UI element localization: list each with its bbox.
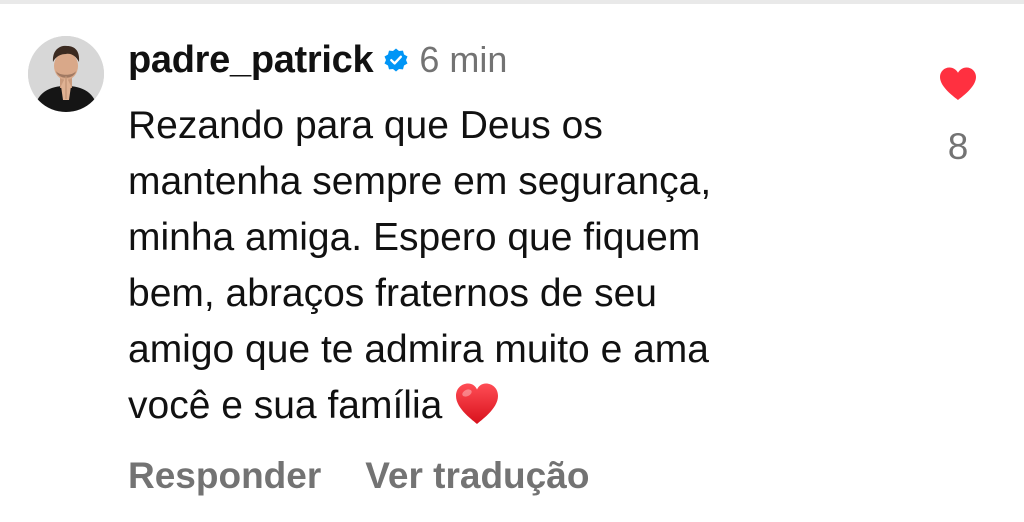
comment-text-line: bem, abraços fraternos de seu (128, 272, 657, 315)
comment-text-line: você e sua família (128, 384, 443, 427)
comment-header: padre_patrick 6 min (128, 38, 507, 82)
comment: padre_patrick 6 min Rezando para que Deu… (0, 0, 1024, 522)
red-heart-emoji-icon (454, 382, 500, 426)
like-count: 8 (947, 126, 969, 167)
like-area: 8 (932, 66, 984, 168)
comment-text-last-line: você e sua família (128, 378, 888, 434)
comment-text-line: mantenha sempre em segurança, (128, 160, 712, 203)
comment-time[interactable]: 6 min (419, 39, 507, 81)
comment-text: Rezando para que Deus os mantenha sempre… (128, 98, 888, 434)
username[interactable]: padre_patrick (128, 39, 374, 82)
reply-button[interactable]: Responder (128, 455, 321, 497)
comment-text-line: amigo que te admira muito e ama (128, 328, 709, 371)
comment-text-line: Rezando para que Deus os (128, 104, 603, 147)
heart-filled-icon[interactable] (938, 66, 978, 102)
see-translation-button[interactable]: Ver tradução (365, 455, 589, 497)
comment-text-line: minha amiga. Espero que fiquem (128, 216, 701, 259)
avatar[interactable] (28, 36, 104, 112)
comment-actions: Responder Ver tradução (128, 455, 589, 497)
verified-badge-icon (383, 47, 409, 73)
